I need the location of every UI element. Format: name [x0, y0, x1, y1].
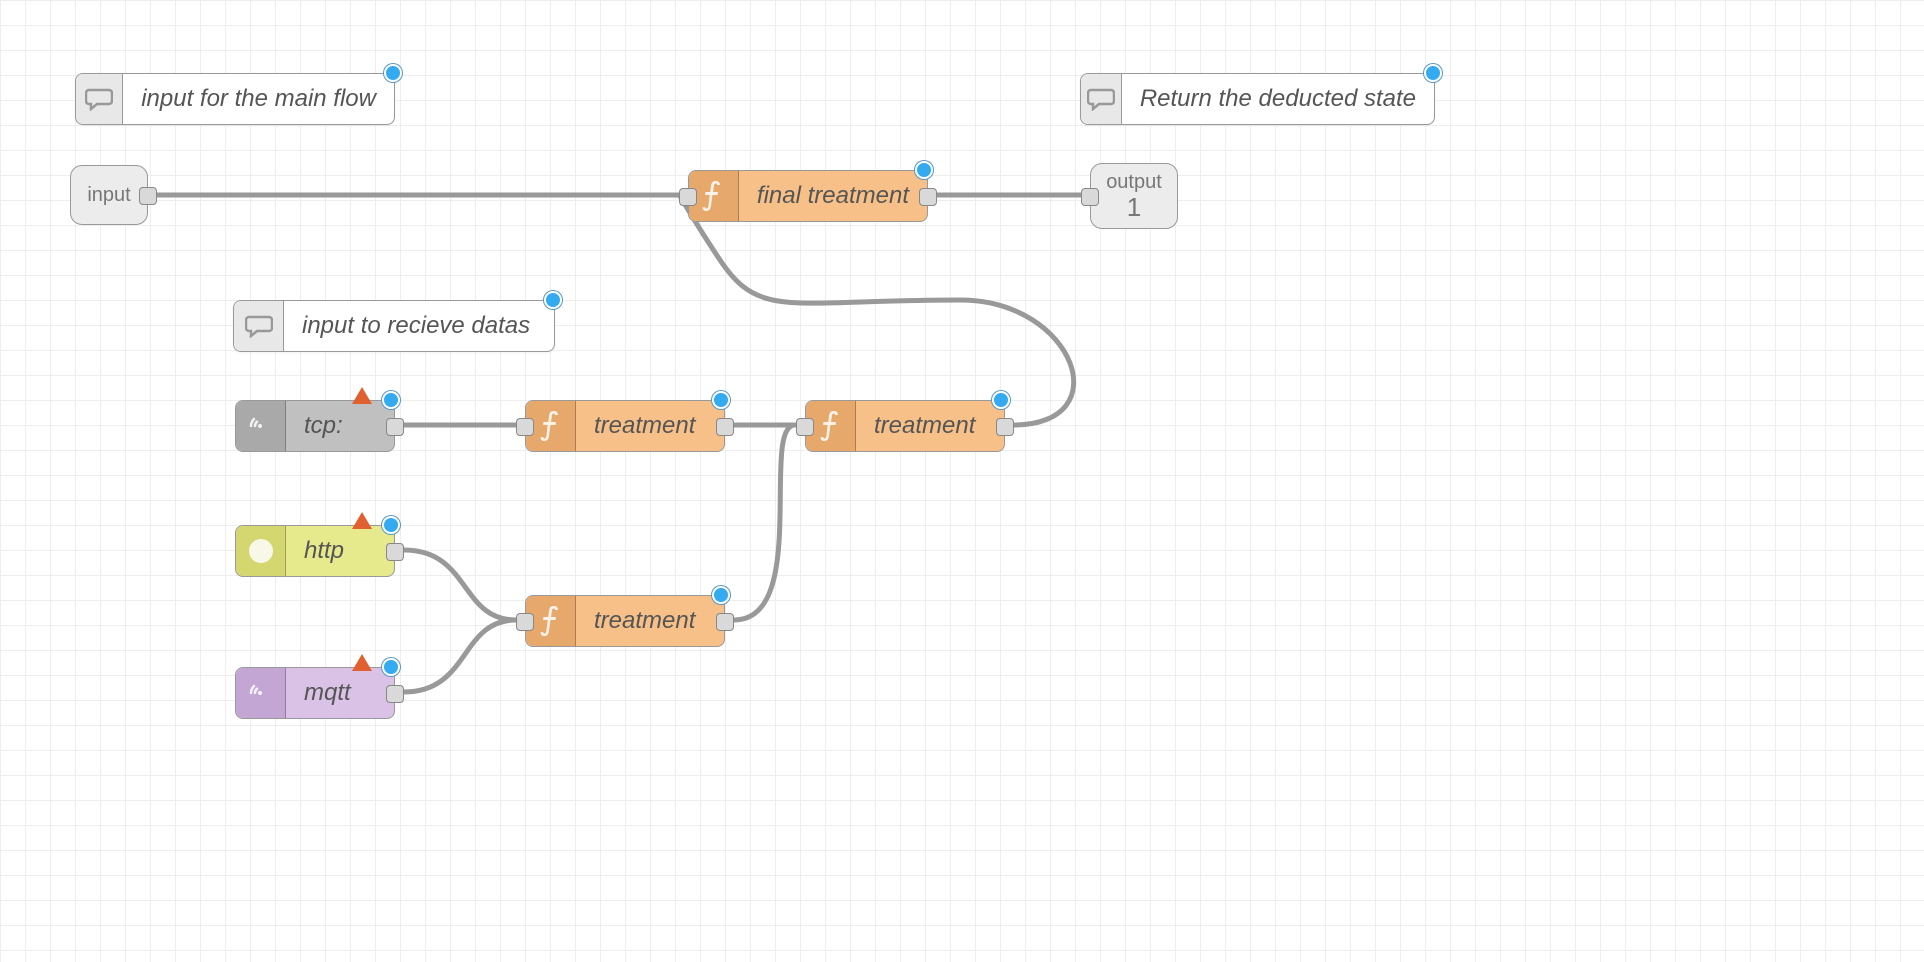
- status-dot-icon: [382, 391, 400, 409]
- status-dot-icon: [382, 658, 400, 676]
- canvas-grid: [0, 0, 1924, 962]
- output-port[interactable]: [716, 418, 734, 436]
- subflow-output-label: output: [1106, 172, 1162, 192]
- comment-receive-datas[interactable]: input to recieve datas: [233, 300, 555, 352]
- node-label: tcp:: [286, 401, 361, 451]
- globe-icon: [236, 526, 286, 576]
- output-port[interactable]: [716, 613, 734, 631]
- node-mqtt[interactable]: mqtt: [235, 667, 395, 719]
- output-port[interactable]: [386, 685, 404, 703]
- warning-icon: [352, 512, 372, 529]
- status-dot-icon: [992, 391, 1010, 409]
- warning-icon: [352, 654, 372, 671]
- subflow-output-index: 1: [1127, 194, 1141, 220]
- status-dot-icon: [544, 291, 562, 309]
- network-icon: [236, 401, 286, 451]
- node-label: treatment: [856, 401, 993, 451]
- node-final-treatment[interactable]: final treatment: [688, 170, 928, 222]
- input-port[interactable]: [679, 188, 697, 206]
- node-label: treatment: [576, 401, 713, 451]
- output-port[interactable]: [139, 187, 157, 205]
- warning-icon: [352, 387, 372, 404]
- input-port[interactable]: [796, 418, 814, 436]
- status-dot-icon: [712, 586, 730, 604]
- node-treatment-2[interactable]: treatment: [805, 400, 1005, 452]
- node-tcp[interactable]: tcp:: [235, 400, 395, 452]
- subflow-input[interactable]: input: [70, 165, 148, 225]
- subflow-input-label: input: [87, 185, 130, 205]
- input-port[interactable]: [1081, 188, 1099, 206]
- output-port[interactable]: [996, 418, 1014, 436]
- speech-bubble-icon: [76, 74, 123, 124]
- status-dot-icon: [384, 64, 402, 82]
- output-port[interactable]: [386, 543, 404, 561]
- node-treatment-3[interactable]: treatment: [525, 595, 725, 647]
- status-dot-icon: [915, 161, 933, 179]
- output-port[interactable]: [919, 188, 937, 206]
- status-dot-icon: [1424, 64, 1442, 82]
- output-port[interactable]: [386, 418, 404, 436]
- input-port[interactable]: [516, 418, 534, 436]
- comment-label: Return the deducted state: [1122, 74, 1434, 124]
- node-treatment-1[interactable]: treatment: [525, 400, 725, 452]
- comment-label: input for the main flow: [123, 74, 394, 124]
- comment-label: input to recieve datas: [284, 301, 548, 351]
- node-label: mqtt: [286, 668, 369, 718]
- status-dot-icon: [382, 516, 400, 534]
- network-icon: [236, 668, 286, 718]
- input-port[interactable]: [516, 613, 534, 631]
- comment-main-input[interactable]: input for the main flow: [75, 73, 395, 125]
- speech-bubble-icon: [1081, 74, 1122, 124]
- node-label: treatment: [576, 596, 713, 646]
- subflow-output[interactable]: output 1: [1090, 163, 1178, 229]
- node-label: final treatment: [739, 171, 927, 221]
- status-dot-icon: [712, 391, 730, 409]
- comment-return-state[interactable]: Return the deducted state: [1080, 73, 1435, 125]
- node-label: http: [286, 526, 362, 576]
- node-http[interactable]: http: [235, 525, 395, 577]
- speech-bubble-icon: [234, 301, 284, 351]
